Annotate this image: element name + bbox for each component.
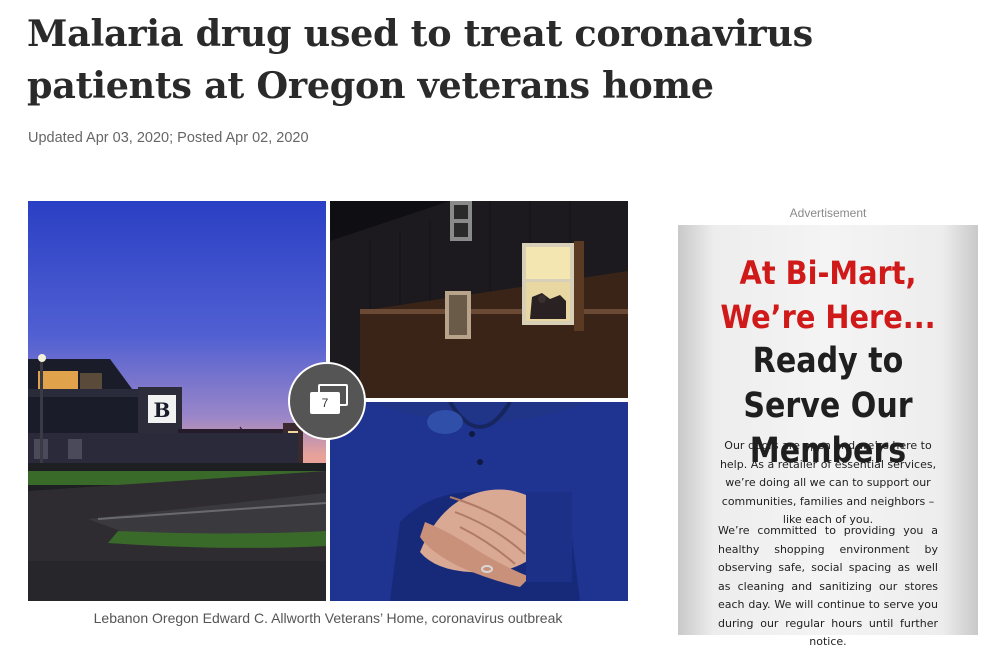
ad-headline-red: At Bi-Mart, We’re Here... [720,254,936,336]
building-dusk-image: B [28,201,326,601]
window-night-image [330,201,628,398]
folded-hands-image [330,402,628,601]
gallery-photo-count: 7 [321,396,329,410]
advertisement-label: Advertisement [789,206,867,220]
gallery-caption: Lebanon Oregon Edward C. Allworth Vetera… [93,610,563,626]
gallery-count-button[interactable]: 7 [288,362,366,440]
gallery-photo-window-night[interactable] [330,201,628,398]
gallery-photo-building-dusk[interactable]: B [28,201,326,601]
article-headline: Malaria drug used to treat coronavirus p… [27,12,813,107]
ad-body-text-2: We’re committed to providing you a healt… [718,524,938,648]
advertisement-banner[interactable]: At Bi-Mart, We’re Here... Ready to Serve… [678,225,978,648]
photo-gallery[interactable]: B 7 [28,201,628,601]
gallery-photo-folded-hands[interactable] [330,402,628,601]
building-sign-letter: B [154,398,171,422]
article-dateline: Updated Apr 03, 2020; Posted Apr 02, 202… [28,130,309,146]
ad-body-text-1: Our doors are open and we’re here to hel… [719,439,937,526]
